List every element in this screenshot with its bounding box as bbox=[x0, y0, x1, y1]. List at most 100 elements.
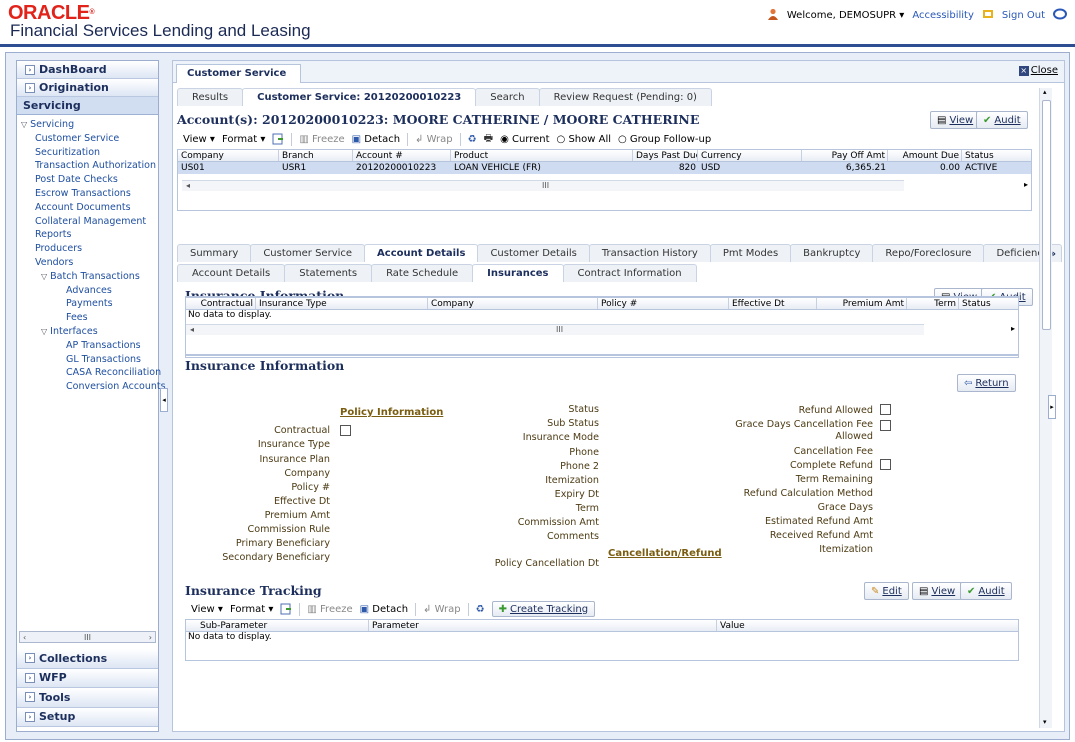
print-icon[interactable]: 🖶 bbox=[484, 131, 493, 148]
sidebar-item-securitization[interactable]: Securitization bbox=[19, 146, 158, 160]
col-account[interactable]: Account # bbox=[353, 150, 451, 161]
contractual-checkbox[interactable] bbox=[340, 425, 351, 436]
sidebar-item-reports[interactable]: Reports bbox=[19, 228, 158, 242]
detach-button[interactable]: ▣ Detach bbox=[352, 134, 400, 145]
sidebar-item-advances[interactable]: Advances bbox=[19, 284, 158, 298]
sidebar-item-producers[interactable]: Producers bbox=[19, 242, 158, 256]
tab-account-details[interactable]: Account Details bbox=[364, 244, 479, 262]
create-tracking-button[interactable]: ✚ Create Tracking bbox=[491, 601, 596, 617]
tab-bankruptcy[interactable]: Bankruptcy bbox=[790, 244, 874, 262]
tracking-edit-button[interactable]: ✎ Edit bbox=[864, 582, 909, 600]
col-company[interactable]: Company bbox=[178, 150, 279, 161]
tab-pmt-modes[interactable]: Pmt Modes bbox=[709, 244, 792, 262]
cancellation-refund-link[interactable]: Cancellation/Refund bbox=[608, 548, 722, 559]
col-branch[interactable]: Branch bbox=[279, 150, 353, 161]
scroll-up-arrow[interactable]: ▴ bbox=[1043, 88, 1047, 96]
col-payoff[interactable]: Pay Off Amt bbox=[802, 150, 888, 161]
sidebar-item-account-documents[interactable]: Account Documents bbox=[19, 201, 158, 215]
format-menu[interactable]: Format ▾ bbox=[230, 604, 273, 615]
tab-summary[interactable]: Summary bbox=[177, 244, 252, 262]
sidebar-item-escrow-transactions[interactable]: Escrow Transactions bbox=[19, 187, 158, 201]
current-radio[interactable]: ◉ Current bbox=[500, 134, 549, 145]
col-insurance-type[interactable]: Insurance Type bbox=[256, 298, 428, 309]
wrap-button[interactable]: ↲ Wrap bbox=[415, 134, 453, 145]
accessibility-link[interactable]: Accessibility bbox=[912, 10, 974, 21]
wrap-button[interactable]: ↲ Wrap bbox=[423, 604, 461, 615]
policy-information-link[interactable]: Policy Information bbox=[340, 407, 443, 418]
refresh-icon[interactable]: ♻ bbox=[468, 134, 477, 145]
sidebar-item-interfaces[interactable]: ▽ Interfaces bbox=[19, 325, 158, 339]
sidebar-item-servicing[interactable]: ▽ Servicing bbox=[19, 118, 158, 132]
right-collapse-handle[interactable]: ▸ bbox=[1048, 395, 1056, 419]
subtab-search[interactable]: Search bbox=[475, 88, 540, 106]
col-parameter[interactable]: Parameter bbox=[369, 620, 717, 631]
refund-allowed-checkbox[interactable] bbox=[880, 404, 891, 415]
sidebar-item-conversion-accounts[interactable]: Conversion Accounts bbox=[19, 380, 166, 394]
tab-transaction-history[interactable]: Transaction History bbox=[588, 244, 711, 262]
grace-days-cancellation-fee-checkbox[interactable] bbox=[880, 420, 891, 431]
scroll-thumb[interactable] bbox=[1042, 100, 1051, 330]
tracking-audit-button[interactable]: ✔ Audit bbox=[960, 582, 1012, 600]
sidebar-item-casa-reconciliation[interactable]: CASA Reconciliation bbox=[19, 366, 161, 380]
col-premium-amt[interactable]: Premium Amt bbox=[817, 298, 907, 309]
detail-tab-contract-information[interactable]: Contract Information bbox=[562, 264, 697, 282]
insurance-grid-hscrollbar[interactable]: ◂ III bbox=[186, 324, 924, 335]
detail-tab-account-details[interactable]: Account Details bbox=[177, 264, 286, 282]
help-icon[interactable] bbox=[1053, 8, 1067, 23]
freeze-button[interactable]: ▥ Freeze bbox=[307, 604, 352, 615]
welcome-menu[interactable]: Welcome, DEMOSUPR ▾ bbox=[787, 10, 904, 21]
account-view-button[interactable]: ▤ View bbox=[930, 111, 981, 129]
sidebar-item-gl-transactions[interactable]: GL Transactions bbox=[19, 353, 158, 367]
section-collections[interactable]: › Collections bbox=[17, 649, 158, 669]
subtab-review-request[interactable]: Review Request (Pending: 0) bbox=[538, 88, 712, 106]
return-button[interactable]: ⇦ Return bbox=[957, 374, 1016, 392]
expand-triangle-icon[interactable]: ▽ bbox=[21, 120, 27, 129]
view-menu[interactable]: View ▾ bbox=[191, 604, 223, 615]
section-dashboard[interactable]: › DashBoard bbox=[17, 61, 158, 79]
signout-link[interactable]: Sign Out bbox=[1002, 10, 1045, 21]
col-amount-due[interactable]: Amount Due bbox=[888, 150, 962, 161]
expand-triangle-icon[interactable]: ▽ bbox=[41, 327, 47, 336]
showall-radio[interactable]: ○ Show All bbox=[557, 134, 611, 145]
account-grid-hscrollbar[interactable]: ◂ III bbox=[182, 180, 904, 191]
section-setup[interactable]: › Setup bbox=[17, 707, 158, 727]
detail-tab-rate-schedule[interactable]: Rate Schedule bbox=[371, 264, 474, 282]
close-button[interactable]: × Close bbox=[1018, 65, 1058, 76]
tab-customer-details[interactable]: Customer Details bbox=[477, 244, 590, 262]
view-menu[interactable]: View ▾ bbox=[183, 134, 215, 145]
section-tools[interactable]: › Tools bbox=[17, 688, 158, 708]
col-contractual[interactable]: Contractual bbox=[186, 298, 256, 309]
detail-tab-insurances[interactable]: Insurances bbox=[472, 264, 564, 282]
detail-tab-statements[interactable]: Statements bbox=[284, 264, 373, 282]
col-value[interactable]: Value bbox=[717, 620, 1017, 631]
col-policy[interactable]: Policy # bbox=[598, 298, 729, 309]
freeze-button[interactable]: ▥ Freeze bbox=[299, 134, 344, 145]
col-status[interactable]: Status bbox=[959, 298, 1017, 309]
sidebar-item-collateral-management[interactable]: Collateral Management bbox=[19, 215, 158, 229]
scroll-right-arrow[interactable]: ▸ bbox=[1024, 180, 1028, 189]
sidebar-item-vendors[interactable]: Vendors bbox=[19, 256, 158, 270]
export-icon[interactable] bbox=[280, 603, 292, 615]
format-menu[interactable]: Format ▾ bbox=[222, 134, 265, 145]
col-company[interactable]: Company bbox=[428, 298, 598, 309]
expand-triangle-icon[interactable]: ▽ bbox=[41, 272, 47, 281]
group-followup-radio[interactable]: ○ Group Follow-up bbox=[618, 134, 711, 145]
col-currency[interactable]: Currency bbox=[698, 150, 802, 161]
sidebar-hscrollbar[interactable]: ‹ III › bbox=[19, 631, 156, 643]
col-status[interactable]: Status bbox=[962, 150, 1022, 161]
col-sub-parameter[interactable]: Sub-Parameter bbox=[186, 620, 369, 631]
refresh-icon[interactable]: ♻ bbox=[476, 604, 485, 615]
tab-repo-foreclosure[interactable]: Repo/Foreclosure bbox=[872, 244, 985, 262]
detach-button[interactable]: ▣ Detach bbox=[360, 604, 408, 615]
section-origination[interactable]: › Origination bbox=[17, 79, 158, 97]
tab-customer-service[interactable]: Customer Service bbox=[176, 64, 302, 83]
subtab-results[interactable]: Results bbox=[177, 88, 244, 106]
sidebar-item-ap-transactions[interactable]: AP Transactions bbox=[19, 339, 158, 353]
sidebar-item-transaction-authorization[interactable]: Transaction Authorization bbox=[19, 159, 158, 173]
scroll-right-arrow[interactable]: ▸ bbox=[1011, 324, 1015, 333]
tracking-view-button[interactable]: ▤ View bbox=[912, 582, 963, 600]
section-wfp[interactable]: › WFP bbox=[17, 668, 158, 688]
col-product[interactable]: Product bbox=[451, 150, 633, 161]
sidebar-item-payments[interactable]: Payments bbox=[19, 297, 158, 311]
sidebar-item-customer-service[interactable]: Customer Service bbox=[19, 132, 158, 146]
